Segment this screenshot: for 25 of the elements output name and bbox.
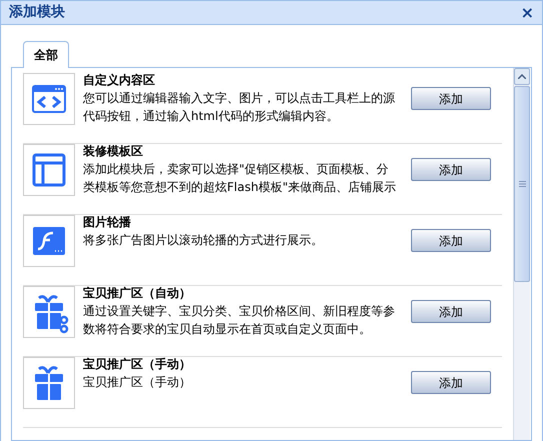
add-button[interactable]: 添加 — [411, 229, 491, 252]
add-button[interactable]: 添加 — [411, 300, 491, 323]
scrollbar[interactable] — [513, 68, 530, 440]
module-title: 自定义内容区 — [83, 72, 156, 89]
scroll-up-button[interactable] — [514, 68, 530, 85]
module-description: 您可以通过编辑器输入文字、图片，可以点击工具栏上的源代码按钮，通过输入html代码的形式编辑内容。 — [83, 90, 396, 125]
add-button[interactable]: 添加 — [411, 371, 491, 394]
module-title: 宝贝推广区（自动） — [83, 285, 192, 302]
tab[interactable]: 全部 — [23, 41, 69, 68]
add-button[interactable]: 添加 — [411, 87, 491, 110]
module-title: 装修模板区 — [83, 143, 144, 160]
module-description: 添加此模块后，卖家可以选择"促销区模板、页面模板、分类模板等您意想不到的超炫Flash模板"来做商品、店铺展示 — [83, 161, 397, 196]
scroll-thumb[interactable] — [514, 86, 530, 282]
layout-icon — [32, 153, 66, 187]
module-title: 图片轮播 — [83, 214, 132, 231]
module-description: 宝贝推广区（手动） — [83, 374, 192, 391]
close-button[interactable]: × — [520, 4, 534, 20]
module-description: 将多张广告图片以滚动轮播的方式进行展示。 — [83, 232, 324, 249]
grip-icon — [518, 181, 526, 187]
module-description: 通过设置关键字、宝贝分类、宝贝价格区间、新旧程度等参数将符合要求的宝贝自动显示在首页或自定义页面中。 — [83, 303, 396, 338]
flash-icon — [33, 227, 65, 255]
window-title: 添加模块 — [9, 3, 65, 22]
add-button[interactable]: 添加 — [411, 158, 491, 181]
module-title: 宝贝推广区（手动） — [83, 356, 192, 373]
code-window-icon — [32, 85, 66, 113]
